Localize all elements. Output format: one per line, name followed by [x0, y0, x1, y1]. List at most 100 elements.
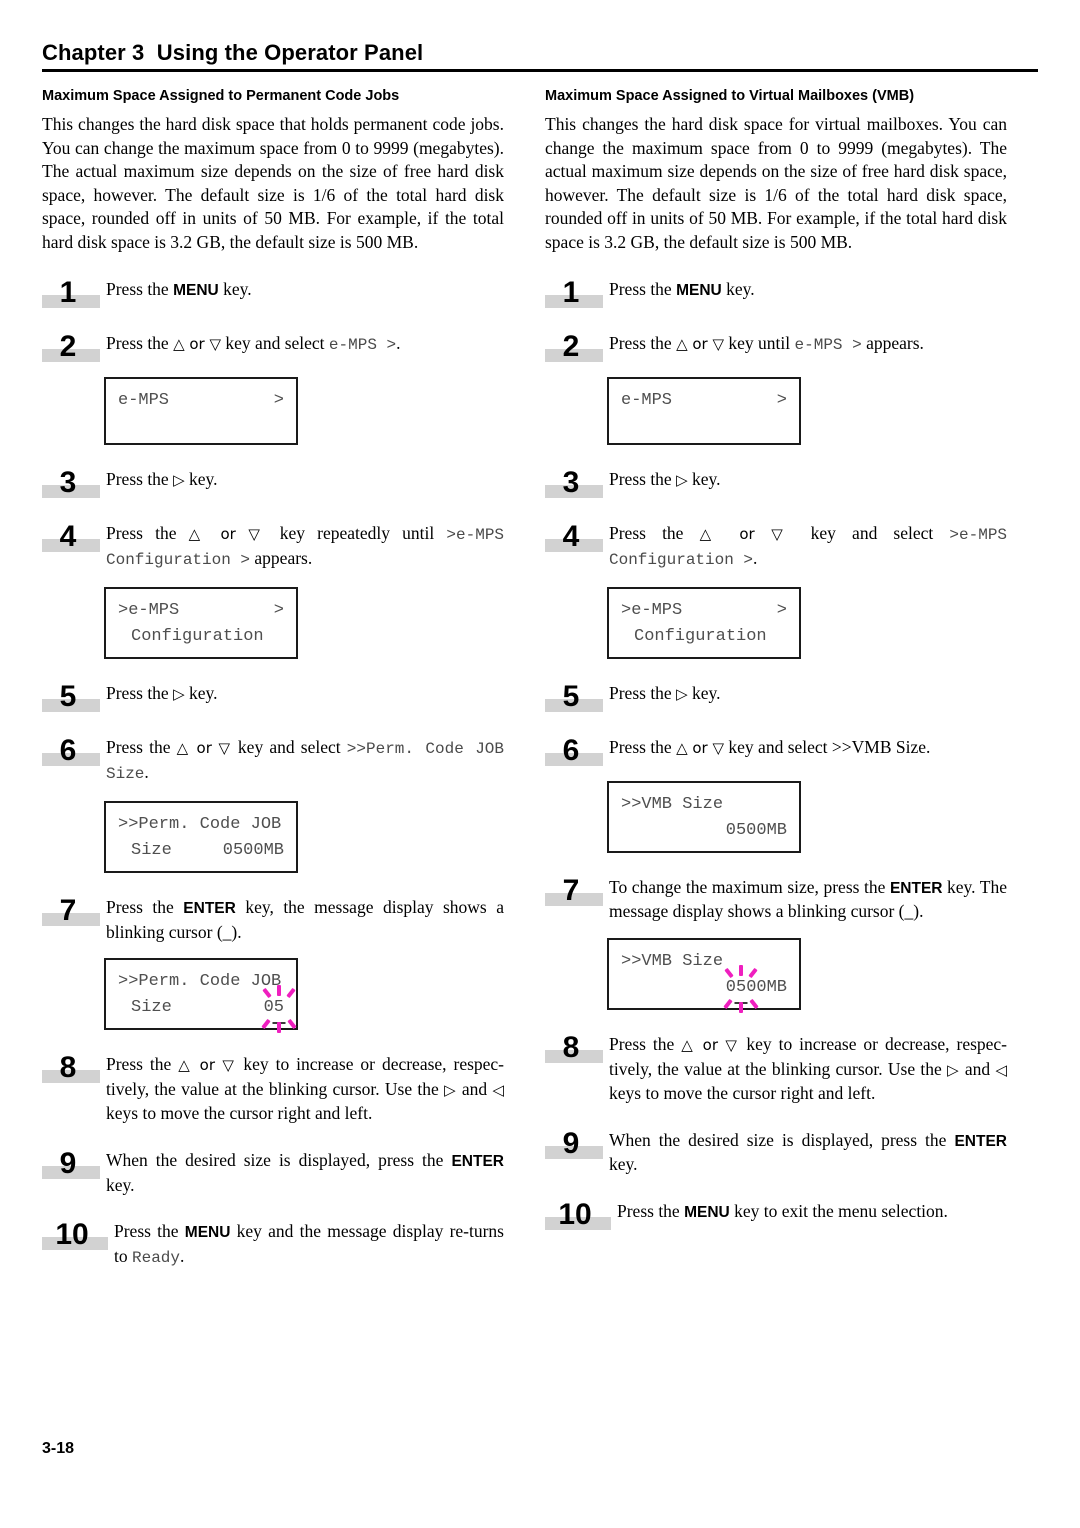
cursor-underscore-icon — [734, 1001, 748, 1004]
step-text-before: Press the — [609, 736, 677, 757]
left-column: Maximum Space Assigned to Permanent Code… — [42, 86, 504, 1270]
lcd-value-blink-digit: 5 — [735, 977, 747, 997]
step-item: 4 Press the △ or ▽ key and select >e-MPS… — [545, 519, 1007, 573]
lcd-value-blink-digit: 5 — [273, 998, 284, 1018]
lcd-line-1: e-MPS > — [118, 388, 284, 414]
step-number-marker: 6 — [545, 733, 603, 767]
updown-arrow-icon: △ or ▽ — [188, 524, 268, 543]
left-arrow-icon: ◁ — [995, 1060, 1007, 1079]
step-item: 9 When the desired size is displayed, pr… — [545, 1126, 1007, 1177]
step-text-before: Press the — [609, 1033, 682, 1054]
step-text: Press the ▷ key. — [609, 679, 1007, 707]
step-text: Press the MENU key. — [609, 275, 1007, 303]
step-text: Press the △ or ▽ key repeatedly until >e… — [106, 519, 504, 573]
step-text-after: key. — [687, 468, 721, 489]
step-text: Press the ENTER key, the message display… — [106, 893, 504, 944]
manual-page: Chapter 3 Using the Operator Panel Maxim… — [0, 0, 1080, 1528]
step-text-after: appears. — [861, 332, 924, 353]
step-item: 6 Press the △ or ▽ key and select >>VMB … — [545, 733, 1007, 767]
right-arrow-icon: ▷ — [173, 470, 185, 489]
step-text-mid: key until — [724, 332, 795, 353]
cursor-underscore-icon — [272, 1022, 286, 1025]
right-arrow-icon: ▷ — [676, 470, 688, 489]
step-number-marker: 7 — [42, 893, 100, 927]
lcd-display-emps-configuration: >e-MPS > Configuration — [607, 586, 801, 659]
lcd-display-perm-code-job-size: >>Perm. Code JOB Size 0500MB — [104, 800, 298, 873]
right-arrow-icon: ▷ — [444, 1080, 457, 1099]
step-text-mid-2: and — [959, 1058, 996, 1079]
lcd-line-2: 05 00MB — [621, 964, 787, 1013]
lcd-line-1: >>Perm. Code JOB — [118, 972, 282, 992]
updown-arrow-icon: △ or ▽ — [178, 1056, 237, 1075]
step-number-marker: 7 — [545, 873, 603, 907]
step-text: Press the MENU key. — [106, 275, 504, 303]
step-text-after: key. — [218, 278, 252, 299]
step-number-text: 3 — [59, 465, 77, 499]
step-number-marker: 8 — [545, 1030, 603, 1064]
step-text-mid: key and select — [231, 736, 347, 757]
updown-arrow-icon: △ or ▽ — [681, 1035, 740, 1054]
step-item: 4 Press the △ or ▽ key repeatedly until … — [42, 519, 504, 573]
lcd-display-emps: e-MPS > — [104, 376, 298, 445]
step-number-text: 8 — [562, 1030, 580, 1064]
step-text-after: key. — [721, 278, 755, 299]
chapter-title: Chapter 3 Using the Operator Panel — [42, 40, 424, 65]
step-text-before: Press the — [106, 522, 189, 543]
key-label-enter: ENTER — [954, 1132, 1007, 1150]
step-text: Press the △ or ▽ key and select >>Perm. … — [106, 733, 504, 787]
lcd-line-2: Configuration — [131, 626, 264, 646]
step-text-before: Press the — [106, 736, 177, 757]
step-number-text: 4 — [59, 519, 77, 553]
step-text-after: key. — [106, 1174, 135, 1195]
lcd-line-2: Size 0500MB — [118, 838, 284, 864]
step-text-after: appears. — [250, 548, 313, 569]
right-arrow-icon: ▷ — [676, 684, 688, 703]
step-text-mid: key and select >>VMB Size. — [724, 736, 931, 757]
lcd-text: >e-MPS — [118, 600, 180, 620]
step-text-before: Press the — [106, 468, 174, 489]
step-number-marker: 9 — [42, 1146, 100, 1180]
lcd-line-2: Size 05 — [118, 985, 297, 1034]
step-text-before: Press the — [106, 278, 174, 299]
lcd-display-emps: e-MPS > — [607, 376, 801, 445]
step-item: 3 Press the ▷ key. — [42, 465, 504, 499]
key-label-menu: MENU — [184, 1224, 231, 1242]
step-number-text: 7 — [59, 893, 77, 927]
lcd-value-pre: 0 — [725, 977, 736, 997]
step-number-text: 4 — [562, 519, 580, 553]
step-text-before: Press the — [106, 1054, 179, 1075]
updown-arrow-icon: △ or ▽ — [173, 334, 222, 353]
right-arrow-icon: ▷ — [173, 684, 185, 703]
step-item: 9 When the desired size is displayed, pr… — [42, 1146, 504, 1197]
step-number-marker: 10 — [42, 1217, 108, 1251]
blinking-cursor-indicator: 5 — [261, 985, 297, 1034]
step-text-after: . — [144, 762, 149, 783]
step-text-mid-2: and — [456, 1078, 493, 1099]
step-number-marker: 4 — [42, 519, 100, 553]
step-text-after: key. — [184, 682, 218, 703]
step-text-before: When the desired size is displayed, pres… — [106, 1149, 452, 1170]
step-text-mid: key and select — [794, 522, 950, 543]
updown-arrow-icon: △ or ▽ — [676, 738, 725, 757]
step-text-before: Press the — [106, 896, 184, 917]
lcd-display-perm-code-job-size-blinking: >>Perm. Code JOB Size 05 — [104, 958, 298, 1034]
key-label-menu: MENU — [676, 281, 722, 299]
lcd-line-1: >e-MPS > — [621, 598, 787, 624]
updown-arrow-icon: △ or ▽ — [676, 334, 725, 353]
step-number-marker: 5 — [545, 679, 603, 713]
lcd-display-vmb-size: >>VMB Size 0500MB — [607, 780, 801, 853]
lcd-line-1: >>VMB Size — [621, 951, 724, 971]
lcd-right-arrow: > — [273, 600, 284, 620]
step-item: 3 Press the ▷ key. — [545, 465, 1007, 499]
step-text-before: Press the — [114, 1221, 185, 1242]
step-text: Press the ▷ key. — [106, 465, 504, 493]
step-text: When the desired size is displayed, pres… — [106, 1146, 504, 1197]
step-number-marker: 10 — [545, 1197, 611, 1231]
step-text-before: Press the — [609, 468, 677, 489]
lcd-value: 05 — [261, 985, 297, 1034]
step-number-marker: 9 — [545, 1126, 603, 1160]
key-label-enter: ENTER — [183, 899, 236, 917]
step-text: Press the ▷ key. — [106, 679, 504, 707]
lcd-display-emps-configuration: >e-MPS > Configuration — [104, 586, 298, 659]
step-number-marker: 5 — [42, 679, 100, 713]
